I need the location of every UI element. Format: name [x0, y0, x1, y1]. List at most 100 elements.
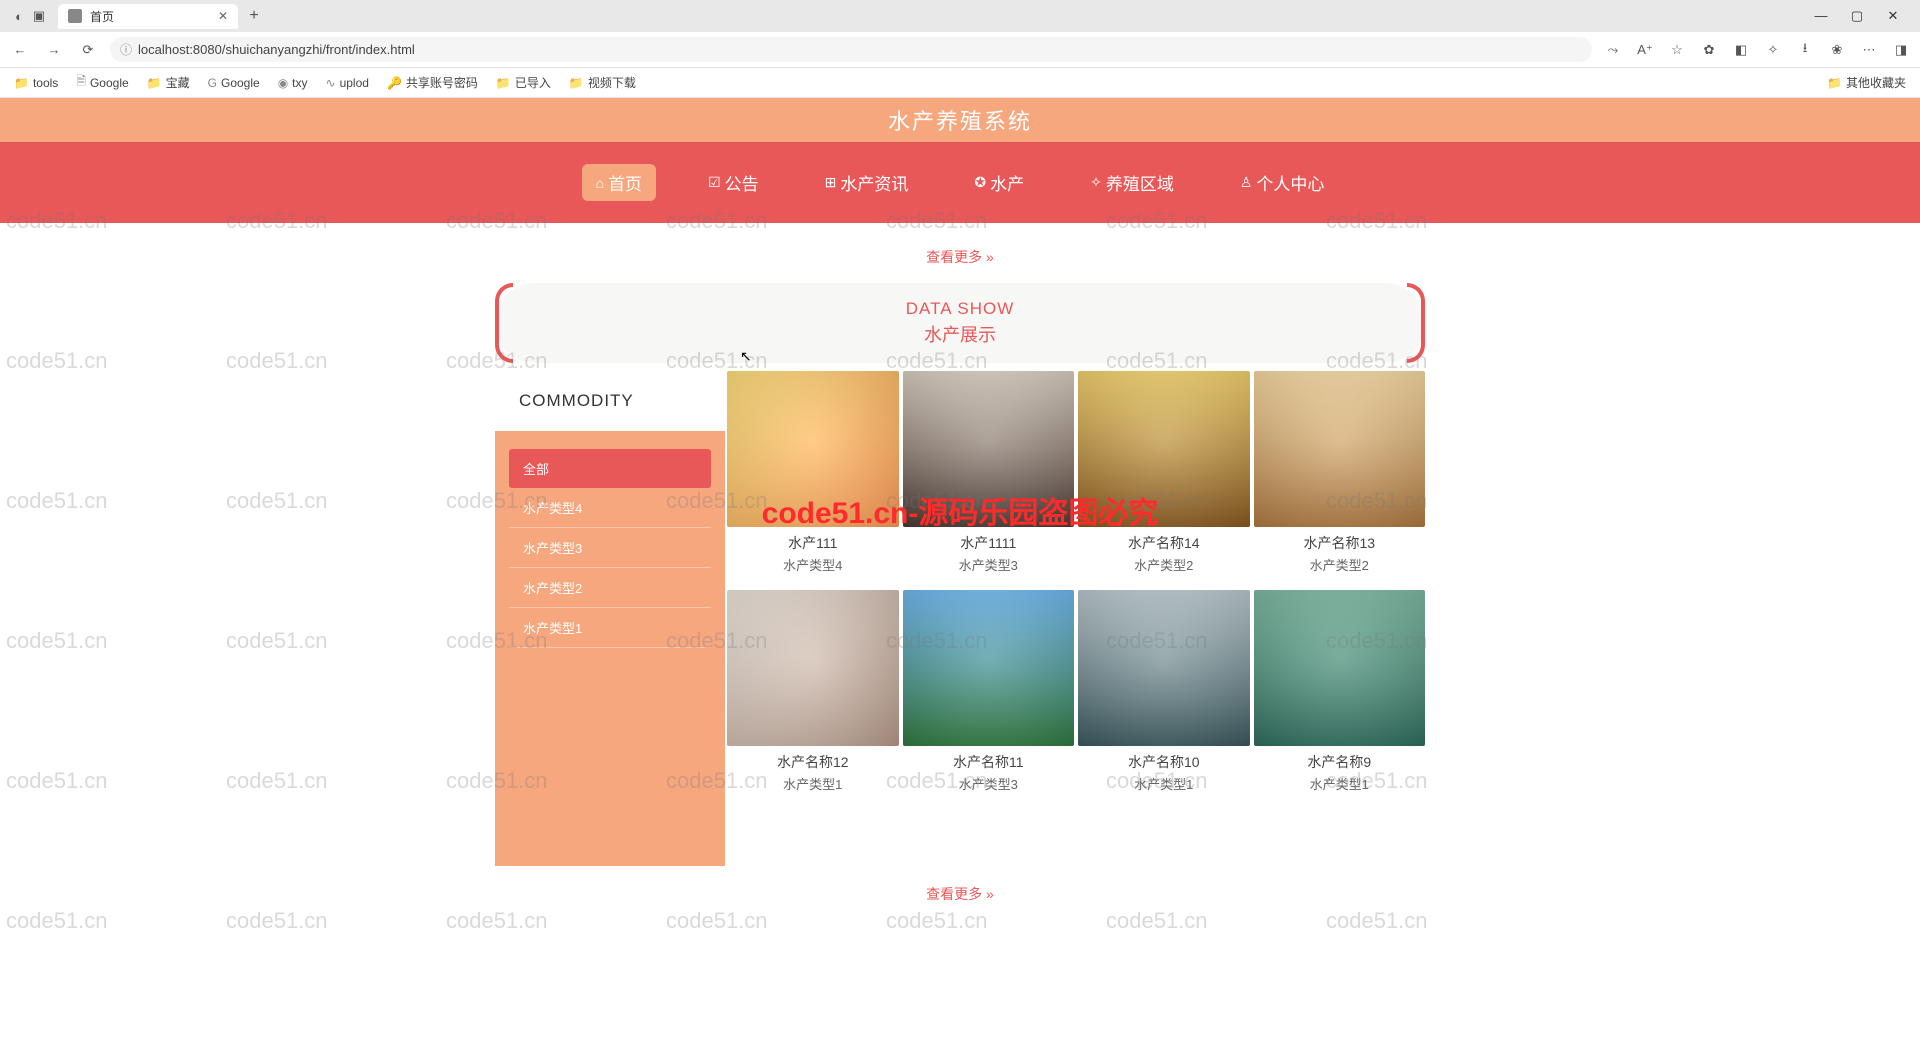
bookmark-bar: 📁tools 🗎Google 📁宝藏 GGoogle ◉txy ∿uplod 🔑…: [0, 68, 1920, 98]
downloads-icon[interactable]: ⭳: [1794, 39, 1816, 61]
nav-label: 水产资讯: [840, 170, 908, 195]
product-image: [903, 371, 1075, 527]
product-image: [727, 590, 899, 746]
category-item[interactable]: 水产类型4: [509, 488, 711, 528]
back-button[interactable]: ←: [8, 38, 32, 62]
product-card[interactable]: 水产名称14 水产类型2: [1078, 371, 1250, 586]
forward-button[interactable]: →: [42, 38, 66, 62]
refresh-button[interactable]: ⟳: [76, 38, 100, 62]
product-card[interactable]: 水产名称13 水产类型2: [1254, 371, 1426, 586]
product-type: 水产类型1: [727, 774, 899, 793]
text-size-icon[interactable]: A⁺: [1634, 42, 1656, 58]
nav-item[interactable]: ☑公告: [694, 164, 773, 201]
nav-item[interactable]: ✪水产: [960, 164, 1038, 201]
profile-icon[interactable]: ◐: [12, 9, 26, 23]
sync-icon[interactable]: ❀: [1826, 42, 1848, 58]
page-icon: G: [208, 76, 217, 90]
folder-icon: 📁: [1827, 76, 1842, 90]
main-content: COMMODITY 全部水产类型4水产类型3水产类型2水产类型1 水产111水产…: [495, 371, 1425, 866]
other-bookmarks[interactable]: 📁其他收藏夹: [1823, 72, 1910, 93]
product-name: 水产名称10: [1078, 752, 1250, 772]
bookmark-item[interactable]: GGoogle: [204, 74, 264, 92]
split-icon[interactable]: ◨: [1890, 42, 1912, 58]
product-type: 水产类型2: [1078, 555, 1250, 574]
product-name: 水产名称12: [727, 752, 899, 772]
folder-icon: 📁: [569, 76, 584, 90]
data-show-banner: DATA SHOW 水产展示: [495, 283, 1425, 363]
main-nav: ⌂首页 ☑公告 ⊞水产资讯 ✪水产 ✧养殖区域 ♙个人中心: [0, 142, 1920, 223]
new-tab-button[interactable]: +: [244, 7, 264, 25]
product-card[interactable]: 水产1111水产类型3: [903, 371, 1075, 586]
bookmark-item[interactable]: 📁已导入: [492, 72, 555, 93]
page-viewport[interactable]: code51.cn-源码乐园盗图必究 code51.cncode51.cncod…: [0, 98, 1920, 1042]
bookmark-item[interactable]: 📁宝藏: [143, 72, 194, 93]
category-item[interactable]: 水产类型1: [509, 608, 711, 648]
nav-label: 养殖区域: [1106, 170, 1174, 195]
nav-item[interactable]: ⌂首页: [582, 164, 656, 201]
sidebar-icon[interactable]: ◧: [1730, 42, 1752, 58]
bookmark-item[interactable]: 📁tools: [10, 74, 62, 92]
product-card[interactable]: 水产111 水产类型4: [727, 371, 899, 586]
nav-label: 首页: [608, 170, 642, 195]
browser-tab[interactable]: 首页 ✕: [58, 4, 238, 29]
nav-item[interactable]: ♙个人中心: [1226, 164, 1339, 201]
page-icon: 🔑: [387, 76, 402, 90]
extensions-icon[interactable]: ✧: [1762, 42, 1784, 58]
folder-icon: 📁: [14, 76, 29, 90]
info-icon: ⓘ: [120, 41, 132, 58]
see-more-link[interactable]: 查看更多 »: [0, 223, 1920, 283]
more-icon[interactable]: ⋯: [1858, 42, 1880, 58]
nav-icon: ✪: [974, 174, 986, 191]
product-image: [1254, 371, 1426, 527]
product-type: 水产类型1: [1254, 774, 1426, 793]
nav-icon: ⊞: [825, 174, 837, 191]
tab-title: 首页: [90, 8, 210, 25]
minimize-button[interactable]: —: [1806, 8, 1836, 24]
page-icon: ∿: [326, 76, 336, 90]
bookmark-item[interactable]: 📁视频下载: [565, 72, 640, 93]
maximize-button[interactable]: ▢: [1842, 8, 1872, 24]
bookmark-item[interactable]: ◉txy: [274, 74, 312, 92]
banner-title-cn: 水产展示: [495, 321, 1425, 347]
product-image: [1254, 590, 1426, 746]
product-type: 水产类型3: [903, 774, 1075, 793]
close-window-button[interactable]: ✕: [1878, 8, 1908, 24]
product-image: [903, 590, 1075, 746]
bookmark-item[interactable]: 🔑共享账号密码: [383, 72, 482, 93]
product-card[interactable]: 水产名称9 水产类型1: [1254, 590, 1426, 805]
favorite-icon[interactable]: ☆: [1666, 42, 1688, 58]
url-text: localhost:8080/shuichanyangzhi/front/ind…: [138, 42, 415, 57]
read-aloud-icon[interactable]: ⤳: [1602, 42, 1624, 58]
product-name: 水产111: [727, 533, 899, 553]
nav-item[interactable]: ✧养殖区域: [1076, 164, 1188, 201]
close-icon[interactable]: ✕: [218, 9, 228, 23]
bookmark-item[interactable]: ∿uplod: [322, 74, 373, 92]
product-card[interactable]: 水产名称12 水产类型1: [727, 590, 899, 805]
nav-icon: ⌂: [596, 175, 604, 191]
browser-chrome: ◐ ▣ 首页 ✕ + — ▢ ✕ ← → ⟳ ⓘ localhost:8080/…: [0, 0, 1920, 98]
tab-bar: ◐ ▣ 首页 ✕ + — ▢ ✕: [0, 0, 1920, 32]
product-name: 水产名称14: [1078, 533, 1250, 553]
url-input[interactable]: ⓘ localhost:8080/shuichanyangzhi/front/i…: [110, 37, 1592, 62]
nav-item[interactable]: ⊞水产资讯: [811, 164, 923, 201]
nav-label: 个人中心: [1256, 170, 1324, 195]
see-more-bottom-link[interactable]: 查看更多 »: [0, 866, 1920, 922]
product-grid: 水产111水产类型4水产1111水产类型3水产名称14水产类型2水产名称13水产…: [727, 371, 1425, 805]
product-type: 水产类型2: [1254, 555, 1426, 574]
product-type: 水产类型4: [727, 555, 899, 574]
product-card[interactable]: 水产名称11 水产类型3: [903, 590, 1075, 805]
product-name: 水产名称9: [1254, 752, 1426, 772]
product-card[interactable]: 水产名称10水产类型1: [1078, 590, 1250, 805]
address-bar: ← → ⟳ ⓘ localhost:8080/shuichanyangzhi/f…: [0, 32, 1920, 68]
collections-icon[interactable]: ✿: [1698, 42, 1720, 58]
product-name: 水产名称13: [1254, 533, 1426, 553]
category-item[interactable]: 水产类型2: [509, 568, 711, 608]
category-item[interactable]: 水产类型3: [509, 528, 711, 568]
shield-icon[interactable]: ▣: [32, 9, 46, 23]
folder-icon: 📁: [496, 76, 511, 90]
category-item[interactable]: 全部: [509, 449, 711, 488]
nav-icon: ☑: [708, 174, 721, 191]
bookmark-item[interactable]: 🗎Google: [72, 70, 132, 95]
page-icon: 🗎: [76, 72, 86, 93]
product-name: 水产名称11: [903, 752, 1075, 772]
